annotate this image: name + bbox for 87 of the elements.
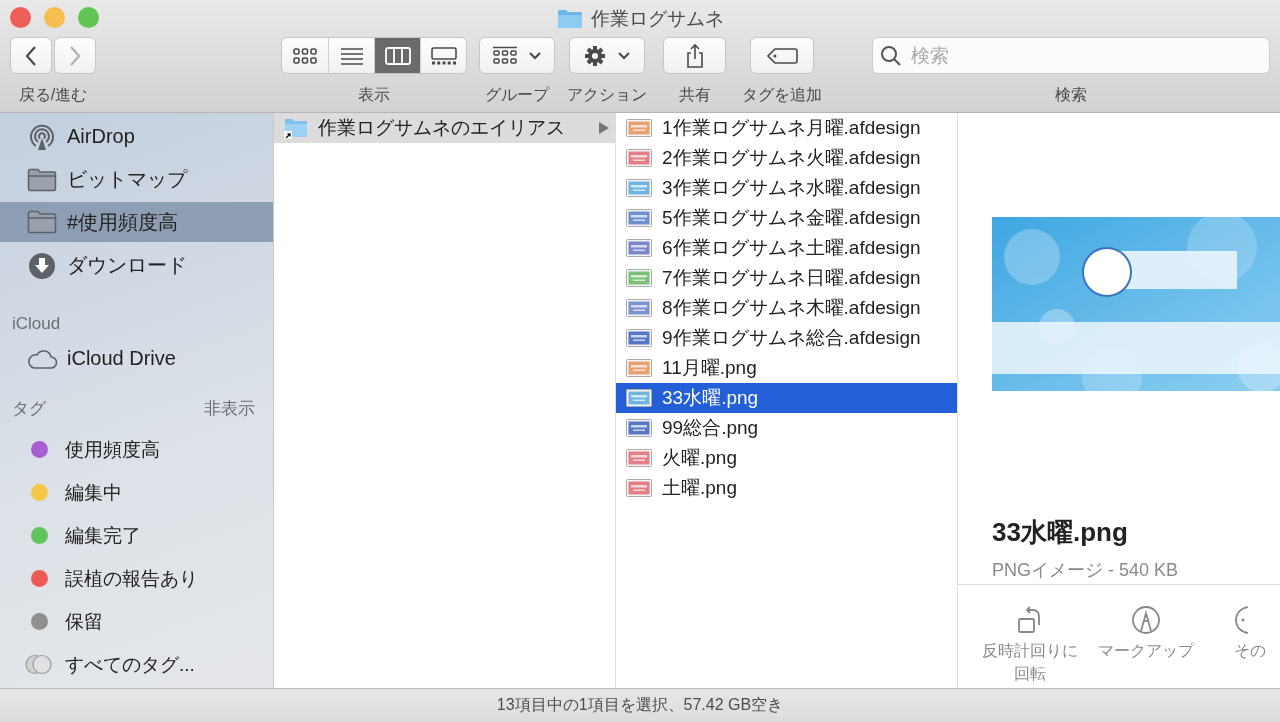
list-icon [338, 46, 365, 65]
thumbnail-icon [626, 479, 652, 497]
tag-item[interactable]: すべてのタグ... [0, 643, 273, 686]
thumbnail-icon [626, 239, 652, 257]
toolbar-label: タグを追加 [742, 85, 822, 105]
file-row[interactable]: 6作業ログサムネ土曜.afdesign [616, 233, 957, 263]
tag-item[interactable]: 編集完了 [0, 514, 273, 557]
add-tag-button[interactable] [750, 37, 814, 74]
action-button[interactable] [569, 37, 645, 74]
file-row[interactable]: 5作業ログサムネ金曜.afdesign [616, 203, 957, 233]
hide-link[interactable]: 非表示 [204, 397, 255, 420]
file-row[interactable]: 2作業ログサムネ火曜.afdesign [616, 143, 957, 173]
file-row[interactable]: 火曜.png [616, 443, 957, 473]
thumbnail-icon [626, 119, 652, 137]
view-switcher[interactable] [281, 37, 467, 74]
sidebar-item[interactable]: ダウンロード [0, 244, 273, 287]
tag-item[interactable]: 使用頻度高 [0, 428, 273, 471]
folder-icon [556, 8, 583, 29]
toolbar-label: グループ [485, 85, 549, 105]
pen-icon [1131, 605, 1161, 635]
section-heading: iCloud [12, 314, 61, 334]
markup-button[interactable]: マークアップ [1090, 605, 1202, 685]
search-icon [880, 45, 902, 67]
sidebar-item[interactable]: iCloud Drive [0, 337, 273, 380]
thumbnail-icon [626, 179, 652, 197]
grid-icon [492, 45, 518, 66]
file-info: PNGイメージ - 540 KB [992, 559, 1180, 582]
status-text: 13項目中の1項目を選択、57.42 GB空き [496, 695, 784, 715]
back-button[interactable] [10, 37, 52, 74]
window-title: 作業ログサムネ [590, 6, 724, 31]
tag-item[interactable]: 編集中 [0, 471, 273, 514]
chevron-down-icon [617, 50, 631, 61]
tag-icon [766, 46, 798, 65]
file-row[interactable]: 33水曜.png [616, 383, 957, 413]
gear-icon [583, 43, 607, 68]
thumbnail-icon [626, 209, 652, 227]
file-row[interactable]: 土曜.png [616, 473, 957, 503]
file-row[interactable]: 7作業ログサムネ日曜.afdesign [616, 263, 957, 293]
thumbnail-icon [626, 329, 652, 347]
group-button[interactable] [479, 37, 555, 74]
chevron-left-icon [24, 44, 38, 67]
chevron-right-icon [68, 44, 82, 67]
sidebar-item[interactable]: ビットマップ [0, 158, 273, 201]
file-name: 33水曜.png [992, 516, 1129, 549]
toolbar-label: 戻る/進む [18, 85, 88, 105]
close-button[interactable] [10, 7, 31, 28]
file-row[interactable]: 11月曜.png [616, 353, 957, 383]
file-row[interactable]: 1作業ログサムネ月曜.afdesign [616, 113, 957, 143]
folder-icon [27, 210, 57, 234]
folder-icon [27, 167, 57, 192]
download-icon [28, 251, 56, 280]
sidebar-item[interactable]: AirDrop [0, 115, 273, 158]
thumbnail-icon [626, 269, 652, 287]
thumbnail-icon [626, 389, 652, 407]
toolbar-label: アクション [567, 85, 647, 105]
toolbar-label: 共有 [678, 85, 711, 105]
alias-folder-icon [284, 117, 308, 139]
file-row[interactable]: 3作業ログサムネ水曜.afdesign [616, 173, 957, 203]
file-row[interactable]: 99総合.png [616, 413, 957, 443]
chevron-down-icon [528, 50, 542, 61]
column-view-button[interactable] [374, 38, 420, 73]
columns-icon [384, 46, 411, 65]
thumbnail-icon [626, 449, 652, 467]
sidebar-item[interactable]: #使用頻度高 [0, 202, 273, 242]
disclosure-triangle-icon [599, 122, 609, 134]
thumbnail-icon [626, 419, 652, 437]
rotate-button[interactable]: 反時計回りに回転 [974, 605, 1086, 685]
gallery-icon [430, 46, 457, 65]
all-tags-icon [24, 654, 55, 675]
airdrop-icon [28, 122, 56, 151]
tag-item[interactable]: 誤植の報告あり [0, 557, 273, 600]
search-field[interactable]: 検索 [872, 37, 1270, 74]
cloud-icon [26, 347, 58, 370]
file-row[interactable]: 9作業ログサムネ総合.afdesign [616, 323, 957, 353]
thumbnail-icon [626, 359, 652, 377]
tag-item[interactable]: 保留 [0, 600, 273, 643]
more-button[interactable]: その [1234, 605, 1266, 685]
toolbar-label: 検索 [1055, 85, 1087, 105]
section-heading: タグ [12, 398, 46, 420]
share-icon [684, 42, 705, 69]
thumbnail-icon [626, 299, 652, 317]
grid-icon [292, 46, 318, 65]
file-row[interactable]: 8作業ログサムネ木曜.afdesign [616, 293, 957, 323]
file-row[interactable]: 作業ログサムネのエイリアス [274, 113, 615, 143]
toolbar-label: 表示 [358, 85, 390, 105]
share-button[interactable] [663, 37, 726, 74]
thumbnail-icon [626, 149, 652, 167]
